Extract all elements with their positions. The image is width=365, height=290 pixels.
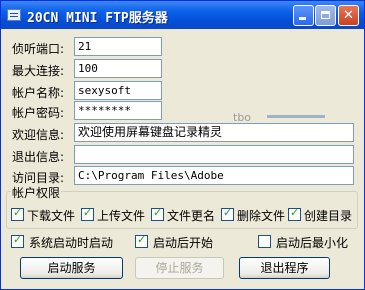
check-icon: ✓ — [137, 233, 147, 246]
title-bar[interactable]: 20CN MINI FTP服务器 ✕ — [1, 1, 364, 29]
maximize-icon — [321, 11, 330, 19]
close-icon: ✕ — [343, 8, 354, 23]
exit-message-label: 退出信息: — [12, 150, 65, 164]
window-title: 20CN MINI FTP服务器 — [27, 11, 168, 26]
rename-files-checkbox[interactable]: ✓ — [151, 206, 164, 221]
create-directory-label[interactable]: 创建目录 — [304, 207, 352, 224]
app-window-icon[interactable] — [7, 9, 21, 21]
download-files-label[interactable]: 下载文件 — [27, 207, 75, 224]
start-with-system-checkbox[interactable]: ✓ — [11, 233, 24, 248]
permissions-group-title: 帐户权限 — [11, 184, 62, 201]
rename-files-label[interactable]: 文件更名 — [167, 207, 215, 224]
listen-port-label: 侦听端口: — [12, 42, 65, 56]
delete-files-checkbox[interactable]: ✓ — [221, 206, 234, 221]
max-connections-label: 最大连接: — [12, 64, 65, 78]
background-hint-bar — [267, 115, 325, 118]
check-icon: ✓ — [13, 233, 23, 246]
maximize-button[interactable] — [315, 5, 336, 26]
create-directory-checkbox[interactable]: ✓ — [288, 206, 301, 221]
minimize-button[interactable] — [293, 5, 314, 26]
start-service-button[interactable]: 启动服务 — [20, 257, 123, 279]
check-icon: ✓ — [153, 206, 163, 219]
stop-service-button[interactable]: 停止服务 — [135, 257, 224, 279]
minimize-after-start-label[interactable]: 启动后最小化 — [276, 234, 348, 251]
account-password-input[interactable]: ******** — [74, 101, 162, 120]
check-icon: ✓ — [83, 206, 93, 219]
listen-port-input[interactable]: 21 — [74, 37, 162, 56]
exit-program-button[interactable]: 退出程序 — [239, 257, 330, 279]
minimize-icon — [299, 17, 306, 20]
account-name-input[interactable]: sexysoft — [74, 81, 162, 100]
start-with-system-label[interactable]: 系统启动时启动 — [29, 234, 113, 251]
check-icon: ✓ — [223, 206, 233, 219]
access-directory-input[interactable]: C:\Program Files\Adobe — [74, 166, 354, 185]
check-icon: ✓ — [290, 206, 300, 219]
close-button[interactable]: ✕ — [338, 5, 359, 26]
welcome-message-label: 欢迎信息: — [12, 128, 65, 142]
minimize-after-start-checkbox[interactable] — [258, 235, 271, 248]
delete-files-label[interactable]: 删除文件 — [237, 207, 285, 224]
welcome-message-input[interactable]: 欢迎使用屏幕键盘记录精灵 — [74, 123, 354, 142]
start-after-launch-label[interactable]: 启动后开始 — [153, 234, 213, 251]
check-icon: ✓ — [13, 206, 23, 219]
download-files-checkbox[interactable]: ✓ — [11, 206, 24, 221]
start-after-launch-checkbox[interactable]: ✓ — [135, 233, 148, 248]
upload-files-checkbox[interactable]: ✓ — [81, 206, 94, 221]
account-password-label: 帐户密码: — [12, 106, 65, 120]
exit-message-input[interactable] — [74, 145, 354, 164]
upload-files-label[interactable]: 上传文件 — [97, 207, 145, 224]
ftp-server-window: 20CN MINI FTP服务器 ✕ 侦听端口: 21 最大连接: 100 帐户… — [0, 0, 365, 290]
max-connections-input[interactable]: 100 — [74, 59, 162, 78]
account-name-label: 帐户名称: — [12, 86, 65, 100]
